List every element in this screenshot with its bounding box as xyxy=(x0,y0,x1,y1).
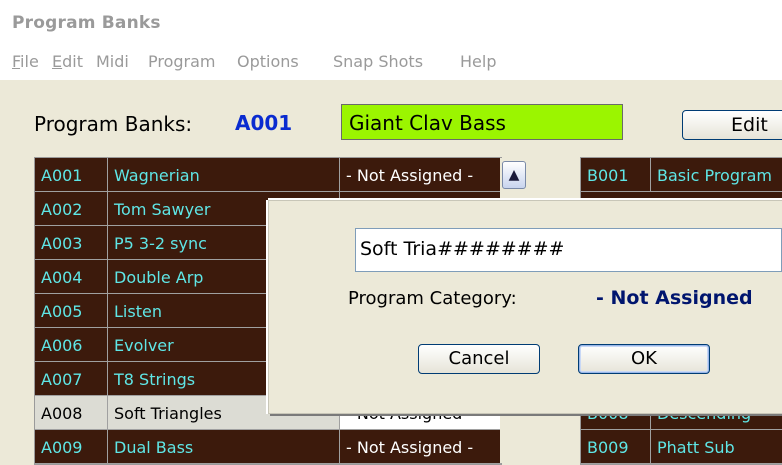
program-code: B009 xyxy=(581,430,651,463)
title-bar: Program Banks xyxy=(0,0,782,40)
window-title: Program Banks xyxy=(12,13,161,33)
menu-bar: File Edit Midi Program Options Snap Shot… xyxy=(0,40,782,80)
program-code: A001 xyxy=(35,158,108,191)
cancel-button[interactable]: Cancel xyxy=(418,344,540,374)
menu-edit[interactable]: Edit xyxy=(52,52,83,71)
program-name: Dual Bass xyxy=(108,430,340,463)
menu-snapshots[interactable]: Snap Shots xyxy=(333,52,423,71)
program-category-value[interactable]: - Not Assigned xyxy=(596,287,753,309)
program-name: Wagnerian xyxy=(108,158,340,191)
program-category: - Not Assigned - xyxy=(340,430,501,463)
program-category-label: Program Category: xyxy=(348,288,517,309)
menu-options[interactable]: Options xyxy=(237,52,299,71)
current-program-name[interactable]: Giant Clav Bass xyxy=(341,104,623,140)
program-name: Phatt Sub xyxy=(651,430,782,463)
menu-file[interactable]: File xyxy=(12,52,39,71)
program-code: A002 xyxy=(35,192,108,225)
program-code: A003 xyxy=(35,226,108,259)
program-name-input[interactable]: Soft Tria######## xyxy=(355,228,782,272)
program-code: A007 xyxy=(35,362,108,395)
program-code: A004 xyxy=(35,260,108,293)
edit-button[interactable]: Edit xyxy=(682,110,782,140)
list-item[interactable]: A009 Dual Bass - Not Assigned - xyxy=(35,430,501,464)
scroll-up-arrow-icon[interactable]: ▲ xyxy=(502,161,526,189)
menu-midi[interactable]: Midi xyxy=(96,52,129,71)
program-code: A006 xyxy=(35,328,108,361)
program-code: A008 xyxy=(35,396,108,429)
program-banks-label: Program Banks: xyxy=(34,112,193,136)
list-item[interactable]: A001 Wagnerian - Not Assigned - xyxy=(35,158,501,192)
program-code: A005 xyxy=(35,294,108,327)
menu-help[interactable]: Help xyxy=(460,52,496,71)
list-item[interactable]: B001 Basic Program xyxy=(581,158,782,192)
ok-button[interactable]: OK xyxy=(578,344,710,374)
program-code: B001 xyxy=(581,158,651,191)
current-program-code: A001 xyxy=(235,111,293,135)
menu-program[interactable]: Program xyxy=(148,52,216,71)
program-name: Basic Program xyxy=(651,158,782,191)
program-code: A009 xyxy=(35,430,108,463)
list-item[interactable]: B009 Phatt Sub xyxy=(581,430,782,464)
program-category: - Not Assigned - xyxy=(340,158,501,191)
